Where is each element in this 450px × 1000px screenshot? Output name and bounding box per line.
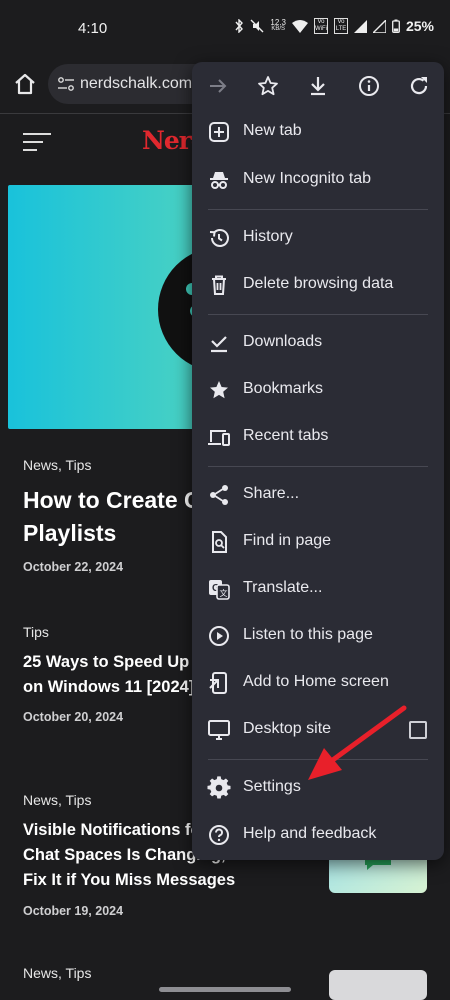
- net-speed: 12.3 KB/S: [270, 18, 286, 33]
- annotation-arrow-icon: [308, 705, 407, 780]
- menu-item-delete-browsing-data[interactable]: Delete browsing data: [192, 263, 444, 307]
- plus-box-icon: [209, 122, 229, 142]
- status-icons: 12.3 KB/S Vo WiFi Vo LTE 25%: [234, 18, 434, 34]
- svg-text:文: 文: [220, 588, 228, 598]
- signal-icon-2: [372, 19, 386, 33]
- article-thumbnail[interactable]: [329, 970, 427, 1000]
- add-to-home-icon: [209, 672, 227, 694]
- menu-item-label: Recent tabs: [243, 427, 329, 444]
- trash-icon: [212, 275, 226, 295]
- menu-item-listen-to-this-page[interactable]: Listen to this page: [192, 614, 444, 658]
- menu-item-label: New Incognito tab: [243, 170, 372, 187]
- battery-percent: 25%: [405, 18, 434, 34]
- article-date: October 19, 2024: [23, 904, 124, 918]
- menu-item-label: Listen to this page: [243, 626, 373, 643]
- signal-icon: [353, 19, 367, 33]
- menu-divider: [208, 466, 428, 467]
- home-icon[interactable]: [13, 72, 37, 96]
- menu-item-label: Bookmarks: [243, 380, 324, 397]
- gear-icon: [207, 776, 231, 799]
- menu-item-label: Add to Home screen: [243, 673, 389, 690]
- menu-item-label: New tab: [243, 122, 302, 139]
- menu-item-bookmarks[interactable]: Bookmarks: [192, 368, 444, 412]
- menu-item-share[interactable]: Share...: [192, 473, 444, 517]
- status-time: 4:10: [78, 20, 108, 37]
- menu-item-recent-tabs[interactable]: Recent tabs: [192, 415, 444, 459]
- devices-icon: [208, 430, 230, 446]
- url-text: nerdschalk.com: [80, 75, 193, 92]
- menu-item-label: History: [243, 228, 293, 245]
- menu-item-label: Delete browsing data: [243, 275, 394, 292]
- bluetooth-icon: [235, 19, 244, 33]
- menu-item-history[interactable]: History: [192, 216, 444, 260]
- share-icon: [210, 485, 228, 505]
- star-icon[interactable]: [256, 74, 280, 98]
- menu-item-label: Help and feedback: [243, 825, 377, 842]
- help-icon: [209, 825, 229, 845]
- menu-item-label: Share...: [243, 485, 300, 502]
- menu-item-label: Find in page: [243, 532, 332, 549]
- download-icon[interactable]: [306, 74, 330, 98]
- info-icon[interactable]: [357, 74, 381, 98]
- menu-item-downloads[interactable]: Downloads: [192, 321, 444, 365]
- menu-item-translate[interactable]: G文 Translate...: [192, 567, 444, 611]
- status-bar: 4:10 12.3 KB/S Vo WiFi Vo LTE 25%: [0, 0, 450, 56]
- gesture-nav-bar[interactable]: [159, 987, 291, 992]
- find-in-page-icon: [212, 531, 227, 553]
- menu-item-label: Translate...: [243, 579, 323, 596]
- forward-arrow-icon[interactable]: [206, 74, 230, 98]
- menu-item-add-to-home-screen[interactable]: Add to Home screen: [192, 661, 444, 705]
- star-filled-icon: [210, 381, 228, 399]
- battery-icon: [392, 19, 400, 33]
- hamburger-menu-icon[interactable]: [23, 132, 51, 152]
- menu-divider: [208, 314, 428, 315]
- translate-icon: G文: [209, 580, 230, 600]
- menu-item-new-tab[interactable]: New tab: [192, 110, 444, 154]
- downloads-check-icon: [211, 336, 227, 353]
- menu-divider: [208, 209, 428, 210]
- desktop-site-checkbox[interactable]: [409, 721, 427, 739]
- sim2-label: Vo LTE: [333, 18, 348, 34]
- wifi-icon: [291, 19, 308, 33]
- mute-icon: [250, 19, 264, 33]
- refresh-icon[interactable]: [407, 74, 431, 98]
- menu-action-row: [192, 62, 444, 110]
- menu-item-label: Downloads: [243, 333, 323, 350]
- menu-item-new-incognito-tab[interactable]: New Incognito tab: [192, 158, 444, 202]
- tune-icon[interactable]: [58, 77, 74, 91]
- incognito-icon: [210, 172, 228, 189]
- menu-item-find-in-page[interactable]: Find in page: [192, 520, 444, 564]
- monitor-icon: [208, 720, 230, 740]
- play-circle-icon: [209, 626, 229, 646]
- sim1-label: Vo WiFi: [313, 18, 328, 34]
- menu-item-help-and-feedback[interactable]: Help and feedback: [192, 813, 444, 857]
- history-icon: [209, 229, 229, 247]
